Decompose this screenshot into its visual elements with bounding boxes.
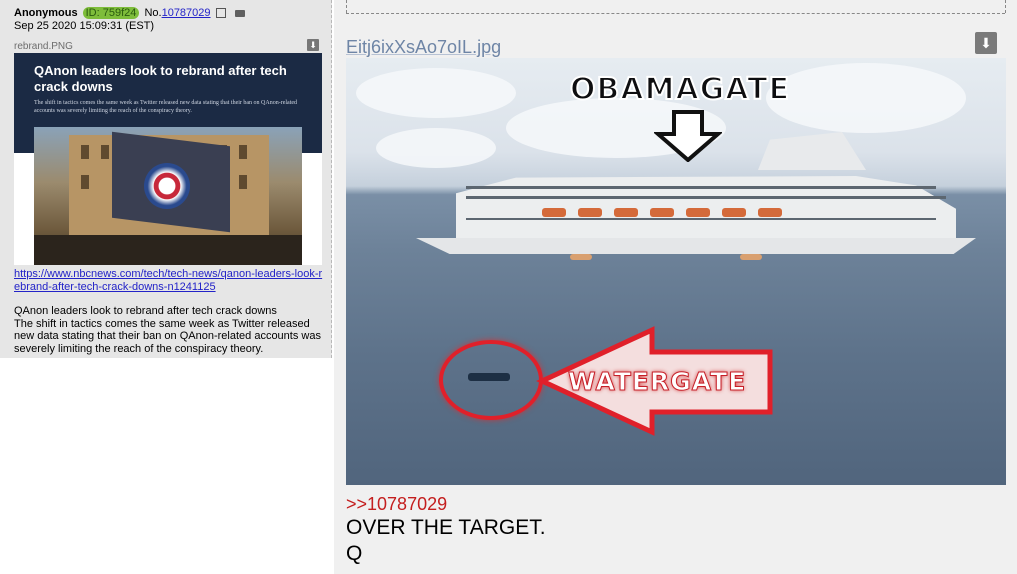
reply-link[interactable]: >>10787029 <box>346 494 447 515</box>
highlight-circle <box>439 340 543 420</box>
post-reply: Eitj6ixXsAo7oIL.jpg ⬇ OBAMAGATE WATERGAT… <box>334 0 1017 574</box>
divider <box>1005 0 1006 13</box>
attachment-thumbnail[interactable]: QAnon leaders look to rebrand after tech… <box>14 53 322 265</box>
attachment-filename[interactable]: rebrand.PNG <box>14 41 73 52</box>
post-number-prefix: No. <box>144 7 162 19</box>
ship-superstructure <box>758 132 866 170</box>
post-10787029: Anonymous ID: 759f24 No.10787029 Sep 25 … <box>0 0 332 358</box>
poster-name: Anonymous <box>14 7 78 19</box>
post-signature: Q <box>346 542 363 565</box>
attachment-image[interactable]: OBAMAGATE WATERGATE <box>346 58 1006 485</box>
post-header: Anonymous ID: 759f24 No.10787029 <box>14 7 245 20</box>
post-body-line: QAnon leaders look to rebrand after tech… <box>14 305 277 317</box>
crowd-shape <box>34 235 302 265</box>
download-icon[interactable]: ⬇ <box>307 39 319 51</box>
post-message-line: OVER THE TARGET. <box>346 516 546 539</box>
cruise-ship <box>456 176 956 240</box>
attachment-filename[interactable]: Eitj6ixXsAo7oIL.jpg <box>346 37 501 58</box>
divider <box>346 0 347 13</box>
article-headline: QAnon leaders look to rebrand after tech… <box>34 63 287 94</box>
image-caption-obamagate: OBAMAGATE <box>569 71 791 108</box>
article-photo <box>34 127 302 265</box>
post-date: Sep 25 2020 15:09:31 (EST) <box>14 20 155 32</box>
divider <box>346 13 1005 14</box>
download-icon[interactable]: ⬇ <box>975 32 997 54</box>
post-number-link[interactable]: 10787029 <box>162 7 211 19</box>
ship-hull <box>416 238 976 254</box>
post-body-line: The shift in tactics comes the same week… <box>14 317 321 355</box>
image-caption-watergate: WATERGATE <box>567 367 747 397</box>
post-body: QAnon leaders look to rebrand after tech… <box>14 305 326 355</box>
article-link[interactable]: https://www.nbcnews.com/tech/tech-news/q… <box>14 268 326 294</box>
external-link-icon[interactable] <box>215 8 226 19</box>
article-subhead: The shift in tactics comes the same week… <box>34 100 298 114</box>
down-arrow-icon <box>654 110 722 162</box>
poster-id-badge[interactable]: ID: 759f24 <box>82 7 140 19</box>
q-emblem <box>144 163 190 209</box>
folder-icon[interactable] <box>234 9 245 17</box>
